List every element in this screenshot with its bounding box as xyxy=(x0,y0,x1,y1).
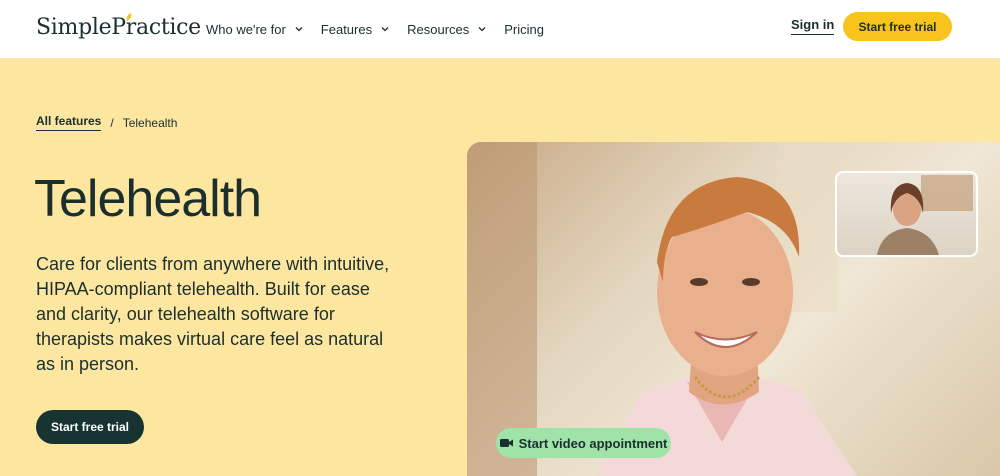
nav-item-features[interactable]: Features xyxy=(321,22,390,37)
chevron-down-icon xyxy=(478,27,486,32)
video-call-self-view xyxy=(835,171,978,257)
nav-item-resources[interactable]: Resources xyxy=(407,22,487,37)
breadcrumb: All features / Telehealth xyxy=(36,114,177,131)
chevron-down-icon xyxy=(295,27,303,32)
sign-in-link[interactable]: Sign in xyxy=(791,17,835,35)
hero-start-free-trial-button[interactable]: Start free trial xyxy=(36,410,144,444)
logo-text: SimplePractice xyxy=(36,14,201,40)
self-view-illustration xyxy=(877,175,973,255)
nav-item-pricing[interactable]: Pricing xyxy=(504,22,544,37)
hero-description: Care for clients from anywhere with intu… xyxy=(36,254,390,374)
start-video-appointment-label: Start video appointment xyxy=(518,435,668,451)
breadcrumb-current: Telehealth xyxy=(122,115,178,130)
site-header: SimplePractice Who we're for Features Re… xyxy=(0,0,1000,58)
video-camera-icon xyxy=(499,439,513,447)
nav-item-label: Resources xyxy=(407,21,470,37)
breadcrumb-separator: / xyxy=(110,115,114,130)
page-title: Telehealth xyxy=(34,170,262,228)
main-nav: Who we're for Features Resources Pricing xyxy=(206,0,544,58)
leaf-icon xyxy=(126,13,132,21)
nav-item-label: Who we're for xyxy=(206,21,286,37)
breadcrumb-all-features[interactable]: All features xyxy=(36,114,102,131)
nav-item-label: Pricing xyxy=(504,21,544,37)
nav-item-label: Features xyxy=(320,21,373,37)
nav-item-who-were-for[interactable]: Who we're for xyxy=(206,22,304,37)
start-video-appointment-button[interactable]: Start video appointment xyxy=(496,428,671,458)
start-free-trial-button[interactable]: Start free trial xyxy=(843,12,952,41)
logo[interactable]: SimplePractice xyxy=(36,10,201,44)
chevron-down-icon xyxy=(381,27,389,32)
